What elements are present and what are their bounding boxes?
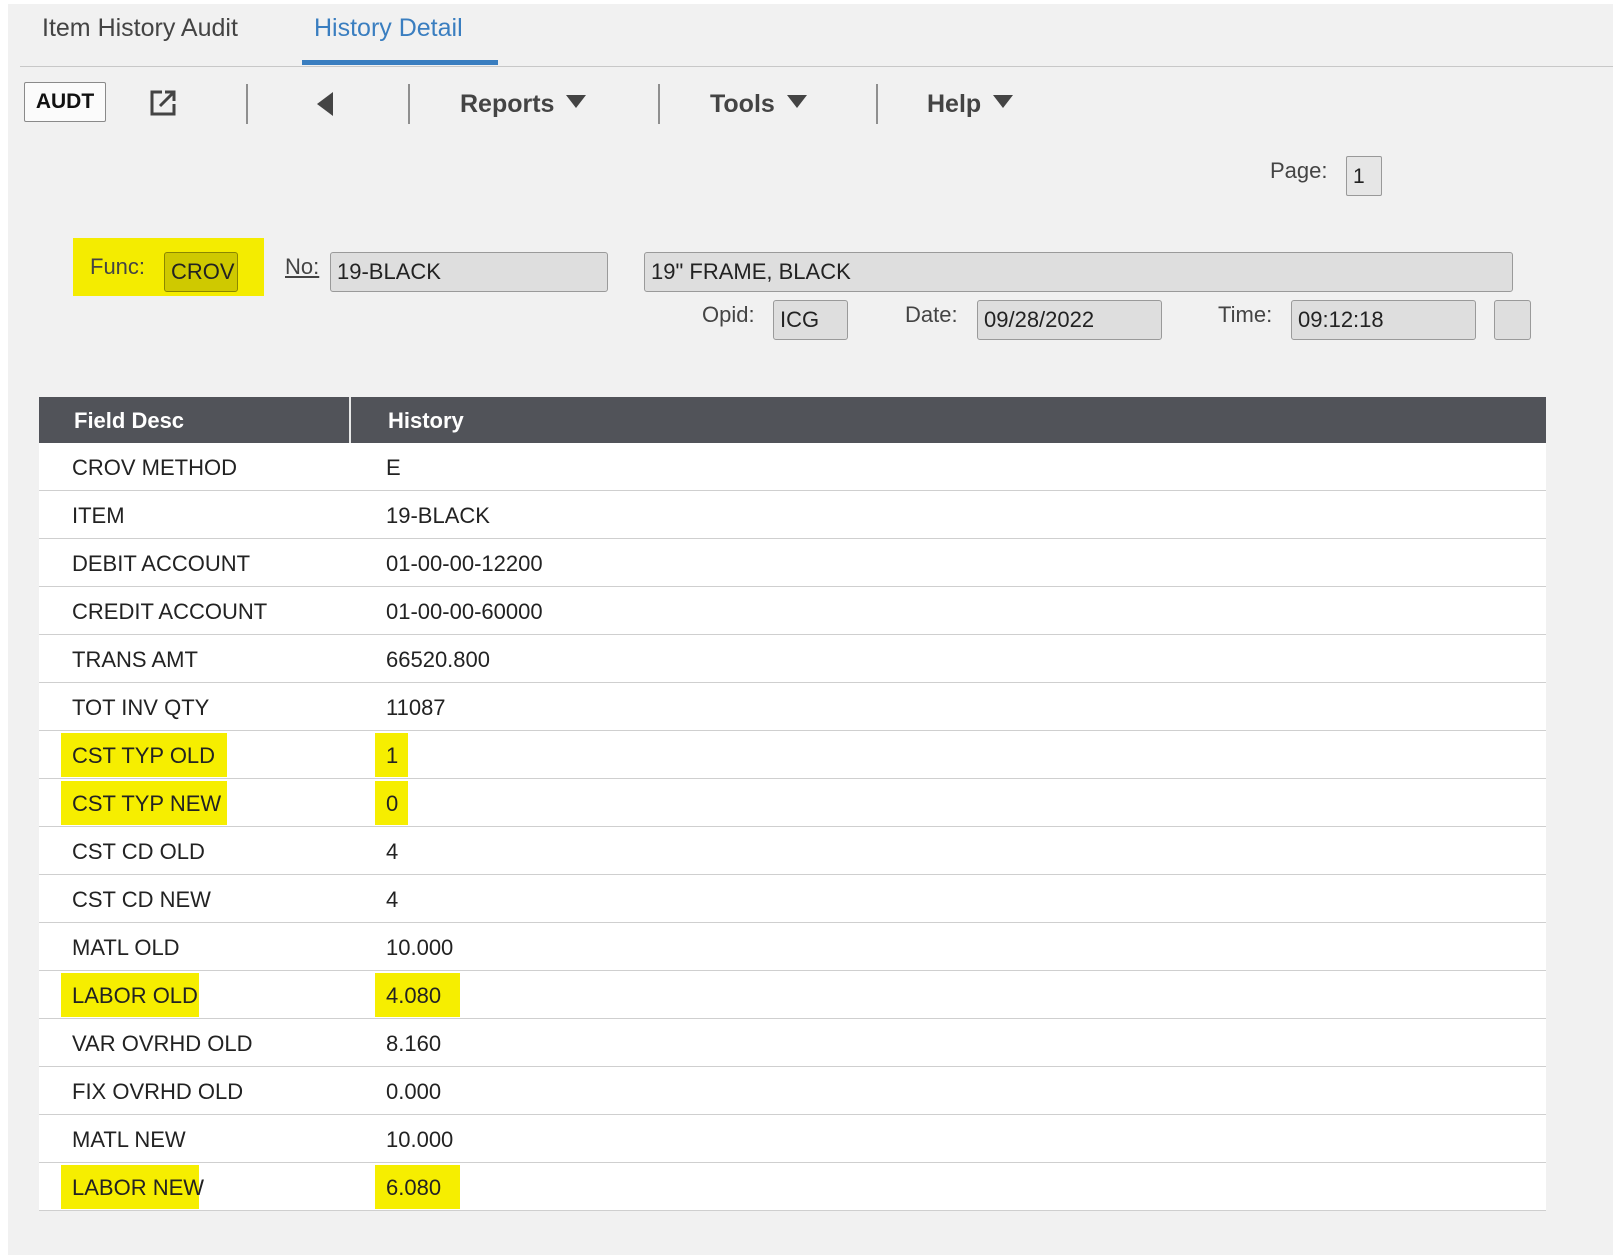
column-divider xyxy=(349,397,351,443)
tools-menu[interactable]: Tools xyxy=(710,90,807,119)
cell-history: 10.000 xyxy=(386,1127,454,1152)
cell-history: 01-00-00-12200 xyxy=(386,551,543,576)
cell-field-desc: DEBIT ACCOUNT xyxy=(72,551,251,576)
reports-menu[interactable]: Reports xyxy=(460,90,587,119)
table-row[interactable]: LABOR OLD 4.080 xyxy=(39,971,1546,1019)
cell-history: 01-00-00-60000 xyxy=(386,599,543,624)
cell-field-desc: LABOR NEW xyxy=(72,1175,205,1200)
grid-body: CROV METHOD E ITEM 19-BLACK DEBIT ACCOUNT 01-… xyxy=(39,443,1546,1211)
table-row[interactable]: CST CD OLD 4 xyxy=(39,827,1546,875)
history-detail-panel: Item History Audit History Detail AUDT R… xyxy=(8,4,1613,1255)
cell-history: 0.000 xyxy=(386,1079,442,1104)
active-tab-indicator xyxy=(302,60,498,65)
audt-button[interactable]: AUDT xyxy=(24,82,106,122)
cell-field-desc: LABOR OLD xyxy=(72,983,198,1008)
tab-item-history-audit[interactable]: Item History Audit xyxy=(42,14,238,43)
cell-history: 6.080 xyxy=(386,1175,442,1200)
grid-header: Field Desc History xyxy=(39,397,1546,443)
no-link-label[interactable]: No: xyxy=(285,254,319,280)
cell-field-desc: CST TYP OLD xyxy=(72,743,216,768)
cell-field-desc: CREDIT ACCOUNT xyxy=(72,599,268,624)
cell-field-desc: CST CD NEW xyxy=(72,887,211,912)
cell-history: 1 xyxy=(386,743,399,768)
cell-history: 4.080 xyxy=(386,983,442,1008)
external-link-icon[interactable] xyxy=(148,88,178,118)
cell-history: 4 xyxy=(386,839,399,864)
opid-field[interactable]: ICG xyxy=(773,300,848,340)
table-row[interactable]: CST TYP NEW 0 xyxy=(39,779,1546,827)
table-row[interactable]: MATL OLD 10.000 xyxy=(39,923,1546,971)
table-row[interactable]: LABOR NEW 6.080 xyxy=(39,1163,1546,1211)
table-row[interactable]: CROV METHOD E xyxy=(39,443,1546,491)
date-field[interactable]: 09/28/2022 xyxy=(977,300,1162,340)
reports-menu-label: Reports xyxy=(460,90,555,118)
table-row[interactable]: CREDIT ACCOUNT 01-00-00-60000 xyxy=(39,587,1546,635)
blank-button[interactable] xyxy=(1494,300,1531,340)
cell-field-desc: CROV METHOD xyxy=(72,455,237,480)
table-row[interactable]: TOT INV QTY 11087 xyxy=(39,683,1546,731)
cell-history: 10.000 xyxy=(386,935,454,960)
page-number-field[interactable]: 1 xyxy=(1346,156,1382,196)
time-field[interactable]: 09:12:18 xyxy=(1291,300,1476,340)
table-row[interactable]: CST CD NEW 4 xyxy=(39,875,1546,923)
toolbar-separator xyxy=(246,84,248,124)
help-menu-label: Help xyxy=(927,90,982,118)
history-grid: Field Desc History CROV METHOD E ITEM 19-BL… xyxy=(39,397,1546,1211)
item-description-field[interactable]: 19" FRAME, BLACK xyxy=(644,252,1513,292)
cell-history: 0 xyxy=(386,791,399,816)
cell-field-desc: TRANS AMT xyxy=(72,647,198,672)
help-menu[interactable]: Help xyxy=(927,90,1014,119)
cell-field-desc: MATL OLD xyxy=(72,935,180,960)
tab-bar: Item History Audit History Detail xyxy=(20,4,1613,67)
table-row[interactable]: ITEM 19-BLACK xyxy=(39,491,1546,539)
caret-down-icon xyxy=(993,95,1014,108)
item-number-field[interactable]: 19-BLACK xyxy=(330,252,608,292)
cell-field-desc: VAR OVRHD OLD xyxy=(72,1031,253,1056)
cell-history: 11087 xyxy=(386,695,446,720)
cell-history: 19-BLACK xyxy=(386,503,490,528)
time-label: Time: xyxy=(1218,302,1273,327)
cell-history: E xyxy=(386,455,401,480)
page-label: Page: xyxy=(1270,158,1328,183)
toolbar-separator xyxy=(658,84,660,124)
cell-field-desc: ITEM xyxy=(72,503,125,528)
table-row[interactable]: CST TYP OLD 1 xyxy=(39,731,1546,779)
cell-field-desc: FIX OVRHD OLD xyxy=(72,1079,244,1104)
triangle-left-icon[interactable] xyxy=(315,92,335,116)
cell-field-desc: TOT INV QTY xyxy=(72,695,210,720)
func-field[interactable]: CROV xyxy=(164,252,238,292)
tab-history-detail[interactable]: History Detail xyxy=(314,14,463,43)
cell-history: 4 xyxy=(386,887,399,912)
toolbar-separator xyxy=(408,84,410,124)
date-label: Date: xyxy=(905,302,958,327)
table-row[interactable]: DEBIT ACCOUNT 01-00-00-12200 xyxy=(39,539,1546,587)
caret-down-icon xyxy=(566,95,587,108)
toolbar-separator xyxy=(876,84,878,124)
column-header-field-desc[interactable]: Field Desc xyxy=(74,408,184,434)
cell-history: 8.160 xyxy=(386,1031,442,1056)
table-row[interactable]: VAR OVRHD OLD 8.160 xyxy=(39,1019,1546,1067)
cell-field-desc: CST TYP NEW xyxy=(72,791,222,816)
table-row[interactable]: TRANS AMT 66520.800 xyxy=(39,635,1546,683)
func-label: Func: xyxy=(90,254,146,279)
tools-menu-label: Tools xyxy=(710,90,775,118)
column-header-history[interactable]: History xyxy=(388,408,464,434)
opid-label: Opid: xyxy=(702,302,755,327)
cell-field-desc: MATL NEW xyxy=(72,1127,186,1152)
caret-down-icon xyxy=(786,95,807,108)
table-row[interactable]: MATL NEW 10.000 xyxy=(39,1115,1546,1163)
table-row[interactable]: FIX OVRHD OLD 0.000 xyxy=(39,1067,1546,1115)
cell-history: 66520.800 xyxy=(386,647,490,672)
cell-field-desc: CST CD OLD xyxy=(72,839,205,864)
